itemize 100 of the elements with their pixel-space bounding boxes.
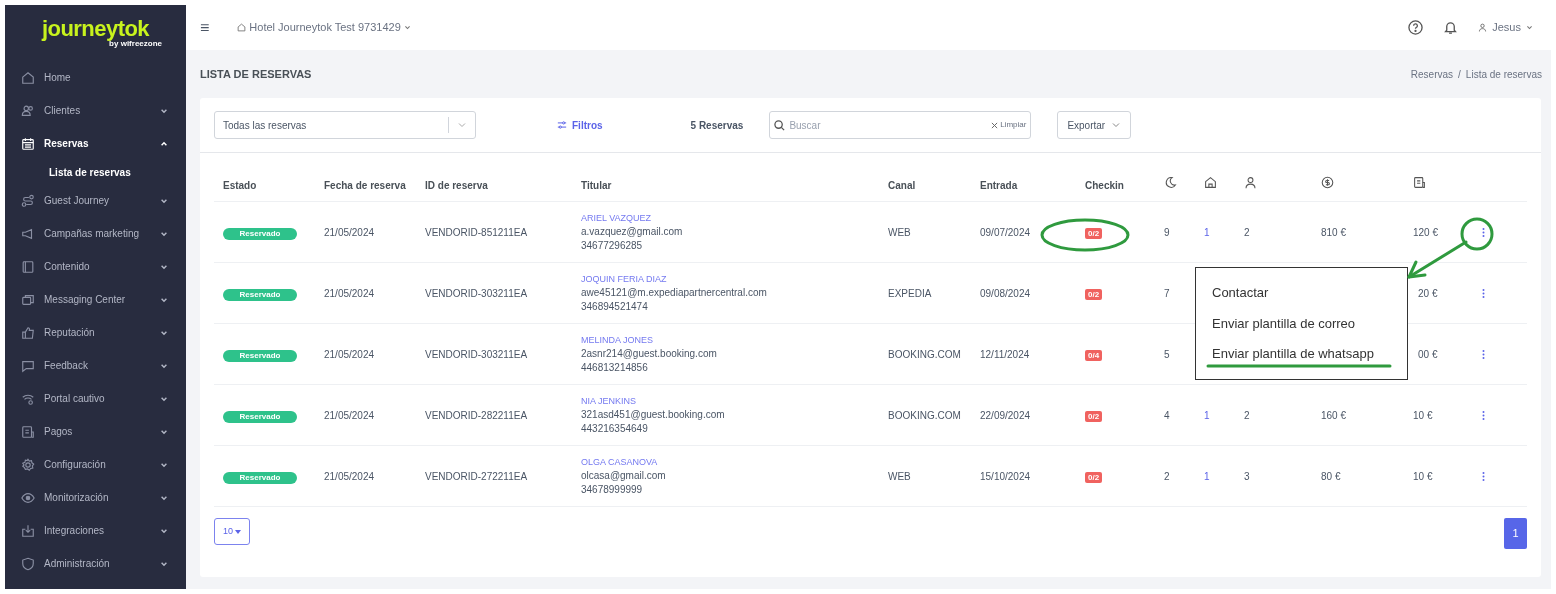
- table-cell: 21/05/2024: [324, 287, 375, 299]
- user-icon: [1478, 23, 1488, 32]
- table-cell: 10 €: [1413, 409, 1433, 421]
- annotation-circle: [1460, 217, 1494, 251]
- sidebar-item[interactable]: Clientes: [5, 94, 186, 127]
- menu-item-icon: [21, 226, 35, 241]
- more-options-icon[interactable]: [1482, 227, 1485, 237]
- reservation-type-select[interactable]: Todas las reservas: [214, 111, 476, 139]
- search-field[interactable]: Buscar Limpiar: [769, 111, 1032, 139]
- table-cell: VENDORID-303211EA: [425, 348, 528, 360]
- sidebar-item[interactable]: Monitorización: [5, 481, 186, 514]
- table-cell: 160 €: [1321, 409, 1347, 421]
- sidebar-item[interactable]: Reputación: [5, 316, 186, 349]
- sidebar-item[interactable]: Configuración: [5, 448, 186, 481]
- menu-item[interactable]: Enviar plantilla de correo: [1212, 313, 1356, 334]
- page-size-select[interactable]: 10: [214, 518, 250, 545]
- clear-search-button[interactable]: Limpiar: [991, 119, 1027, 131]
- sidebar-item[interactable]: Administración: [5, 547, 186, 580]
- house-icon: [1204, 175, 1217, 189]
- annotation-arrow: [1407, 240, 1468, 279]
- column-header: Entrada: [980, 180, 1018, 191]
- sliders-icon: [557, 120, 567, 130]
- table-cell: 21/05/2024: [324, 226, 375, 238]
- menu-item-icon: [21, 424, 35, 439]
- hotel-selector[interactable]: Hotel Journeytok Test 9731429: [237, 19, 411, 36]
- table-cell: 20 €: [1418, 287, 1438, 299]
- sidebar-item[interactable]: Integraciones: [5, 514, 186, 547]
- guest-name-link[interactable]: JOQUIN FERIA DIAZ: [581, 272, 667, 286]
- guest-phone: 446813214856: [581, 361, 648, 375]
- guest-name-link[interactable]: OLGA CASANOVA: [581, 455, 658, 469]
- breadcrumb-link[interactable]: Reservas: [1410, 66, 1454, 82]
- table-cell: BOOKING.COM: [888, 348, 961, 360]
- guest-name-link[interactable]: NIA JENKINS: [581, 394, 636, 408]
- guest-email: olcasa@gmail.com: [581, 469, 666, 483]
- more-options-icon[interactable]: [1482, 471, 1485, 481]
- table-cell: 80 €: [1321, 470, 1341, 482]
- table-cell: 09/07/2024: [980, 226, 1031, 238]
- menu-item-icon: [21, 490, 35, 505]
- chevron-down-icon: [1526, 24, 1533, 31]
- home-icon: [237, 23, 247, 32]
- guest-email: 321asd451@guest.booking.com: [581, 408, 725, 422]
- table-cell: 21/05/2024: [324, 470, 375, 482]
- column-header: Fecha de reserva: [324, 180, 406, 191]
- menu-item-icon: [21, 556, 35, 571]
- table-cell: 21/05/2024: [324, 409, 375, 421]
- help-icon[interactable]: [1408, 20, 1424, 35]
- column-header: Canal: [888, 180, 916, 191]
- more-options-icon[interactable]: [1482, 288, 1485, 298]
- reservation-count: 5 Reservas: [690, 118, 744, 133]
- guest-phone: 34678999999: [581, 483, 643, 497]
- moon-icon: [1164, 175, 1177, 189]
- menu-item[interactable]: Enviar plantilla de whatsapp: [1212, 344, 1374, 364]
- checkin-badge: 0/4: [1085, 349, 1103, 361]
- status-badge: Reservado: [223, 410, 297, 423]
- status-badge: Reservado: [223, 227, 297, 240]
- search-icon: [774, 119, 786, 131]
- sidebar-item[interactable]: Guest Journey: [5, 184, 186, 217]
- menu-item-icon: [21, 457, 35, 472]
- more-options-icon[interactable]: [1482, 410, 1485, 420]
- checkin-badge: 0/2: [1085, 288, 1103, 300]
- table-cell: 2: [1244, 226, 1250, 238]
- page-title: LISTA DE RESERVAS: [200, 66, 312, 82]
- guest-name-link[interactable]: MELINDA JONES: [581, 333, 654, 347]
- column-header: Checkin: [1085, 180, 1124, 191]
- guest-phone: 346894521474: [581, 300, 648, 314]
- status-badge: Reservado: [223, 471, 297, 484]
- breadcrumb-separator: /: [1458, 67, 1461, 82]
- logo-tagline: by wifreezone: [109, 40, 162, 48]
- sidebar-item[interactable]: Feedback: [5, 349, 186, 382]
- export-button[interactable]: Exportar: [1057, 111, 1132, 139]
- status-badge: Reservado: [223, 349, 297, 362]
- checkin-badge: 0/2: [1085, 471, 1103, 483]
- more-options-icon[interactable]: [1482, 349, 1485, 359]
- table-cell: 5: [1164, 348, 1170, 360]
- sidebar-item[interactable]: Messaging Center: [5, 283, 186, 316]
- sidebar-item[interactable]: Reservas: [5, 127, 186, 160]
- table-cell: 10 €: [1413, 470, 1433, 482]
- guest-name-link[interactable]: ARIEL VAZQUEZ: [581, 211, 651, 225]
- logo: journeytok: [42, 18, 149, 40]
- user-menu[interactable]: Jesus: [1478, 19, 1533, 36]
- table-cell: BOOKING.COM: [888, 409, 961, 421]
- checkin-badge: 0/2: [1085, 227, 1103, 239]
- sidebar-item[interactable]: Campañas marketing: [5, 217, 186, 250]
- guest-email: awe45121@m.expediapartnercentral.com: [581, 286, 767, 300]
- page-button[interactable]: 1: [1504, 518, 1527, 549]
- submenu-item[interactable]: Lista de reservas: [5, 160, 186, 184]
- filters-button[interactable]: Filtros: [557, 117, 603, 133]
- notifications-icon[interactable]: [1443, 20, 1459, 35]
- table-cell: VENDORID-282211EA: [425, 409, 528, 421]
- breadcrumb-current: Lista de reservas: [1465, 67, 1542, 82]
- sidebar-item[interactable]: Portal cautivo: [5, 382, 186, 415]
- close-icon: [991, 121, 999, 129]
- sidebar-item[interactable]: Pagos: [5, 415, 186, 448]
- guest-phone: 443216354649: [581, 422, 648, 436]
- sidebar-item[interactable]: Home: [5, 61, 186, 94]
- menu-button[interactable]: ≡: [200, 19, 210, 36]
- sidebar-item[interactable]: Contenido: [5, 250, 186, 283]
- menu-item-icon: [21, 358, 35, 373]
- menu-item[interactable]: Contactar: [1212, 283, 1269, 303]
- table-cell: EXPEDIA: [888, 287, 932, 299]
